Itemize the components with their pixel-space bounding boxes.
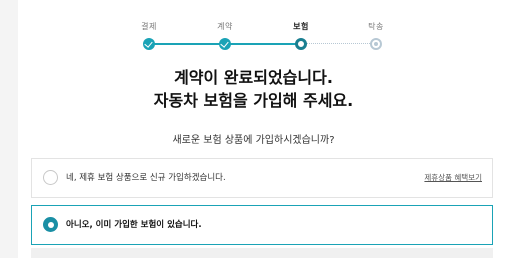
step-label-delivery: 탁송 [368, 22, 384, 31]
option-label: 네, 제휴 보험 상품으로 신규 가입하겠습니다. [66, 173, 226, 183]
partner-benefits-link[interactable]: 제휴상품 혜택보기 [424, 172, 482, 183]
step-done-check-icon [143, 38, 155, 50]
option-new-insurance[interactable]: 네, 제휴 보험 상품으로 신규 가입하겠습니다. 제휴상품 혜택보기 [31, 158, 493, 198]
step-connector [149, 43, 225, 45]
step-label-contract: 계약 [217, 22, 233, 31]
lower-section [31, 248, 493, 258]
step-pending-icon [370, 38, 382, 50]
headline-line2: 자동차 보험을 가입해 주세요. [153, 91, 354, 110]
insurance-question: 새로운 보험 상품에 가입하시겠습니까? [172, 135, 335, 146]
option-existing-insurance[interactable]: 아니오, 이미 가입한 보험이 있습니다. [31, 205, 493, 245]
option-label: 아니오, 이미 가입한 보험이 있습니다. [66, 220, 202, 230]
step-connector [225, 43, 301, 45]
step-label-payment: 결제 [141, 22, 157, 31]
headline-line1: 계약이 완료되었습니다. [174, 68, 333, 87]
progress-stepper: 결제 계약 보험 탁송 [0, 0, 507, 60]
radio-unchecked-icon[interactable] [43, 170, 58, 185]
step-done-check-icon [219, 38, 231, 50]
step-label-insurance: 보험 [293, 22, 309, 31]
radio-checked-icon[interactable] [43, 217, 58, 232]
step-current-icon [295, 38, 307, 50]
step-connector-pending [301, 43, 376, 44]
